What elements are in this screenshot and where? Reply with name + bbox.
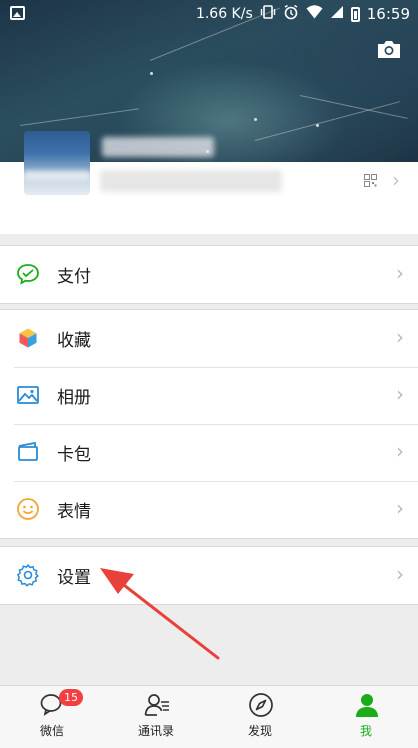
- tab-chats-label: 微信: [39, 724, 64, 738]
- menu-item-pay[interactable]: 支付 ›: [0, 246, 418, 303]
- wechat-pay-icon: [16, 262, 40, 286]
- chevron-right-icon: ›: [396, 261, 404, 285]
- menu-item-cards[interactable]: 卡包 ›: [0, 424, 418, 481]
- qr-code-icon[interactable]: [364, 172, 377, 187]
- chevron-right-icon: ›: [396, 496, 404, 520]
- wifi-icon: [306, 5, 323, 23]
- tab-contacts-label: 通讯录: [137, 724, 174, 738]
- menu-item-stickers[interactable]: 表情 ›: [0, 481, 418, 538]
- tab-me[interactable]: 我: [314, 686, 418, 748]
- profile-id-blurred: [100, 170, 282, 192]
- menu-item-pay-label: 支付: [57, 267, 91, 287]
- network-speed: 1.66 K/s: [195, 6, 253, 22]
- tab-discover-label: 发现: [247, 724, 272, 738]
- menu-item-settings[interactable]: 设置 ›: [0, 547, 418, 604]
- gallery-notification-icon: [10, 6, 25, 20]
- tab-chats[interactable]: 15 微信: [0, 686, 104, 748]
- chevron-right-icon: ›: [396, 562, 404, 586]
- tab-discover[interactable]: 发现: [208, 686, 312, 748]
- signal-icon: [330, 5, 344, 23]
- menu-item-settings-label: 设置: [57, 568, 91, 588]
- contacts-icon: [144, 692, 170, 718]
- menu-item-stickers-label: 表情: [57, 502, 91, 522]
- profile-name-blurred: [102, 137, 214, 157]
- status-time: 16:59: [366, 5, 410, 23]
- me-person-icon: [354, 692, 380, 718]
- chevron-right-icon: ›: [396, 382, 404, 406]
- menu-item-cards-label: 卡包: [57, 445, 91, 465]
- profile-chevron-right-icon: ›: [392, 168, 400, 192]
- smiley-icon: [16, 497, 40, 521]
- compass-icon: [248, 692, 274, 718]
- settings-group: 设置 ›: [0, 546, 418, 605]
- menu-item-album[interactable]: 相册 ›: [0, 367, 418, 424]
- battery-icon: [350, 6, 360, 22]
- gear-icon: [16, 563, 40, 587]
- status-bar: 1.66 K/s 16:59: [0, 0, 418, 28]
- alarm-icon: [283, 4, 299, 24]
- photo-icon: [16, 383, 40, 407]
- chevron-right-icon: ›: [396, 439, 404, 463]
- bottom-tab-bar: 15 微信 通讯录 发现 我: [0, 685, 418, 748]
- camera-icon[interactable]: [376, 38, 402, 60]
- menu-item-favorites-label: 收藏: [57, 331, 91, 351]
- unread-badge: 15: [59, 689, 83, 706]
- collection-group: 收藏 › 相册 › 卡包 › 表情 ›: [0, 309, 418, 539]
- cube-icon: [16, 326, 40, 350]
- chevron-right-icon: ›: [396, 325, 404, 349]
- avatar[interactable]: [24, 131, 90, 195]
- pay-group: 支付 ›: [0, 245, 418, 304]
- tab-me-label: 我: [359, 724, 372, 738]
- menu-item-favorites[interactable]: 收藏 ›: [0, 310, 418, 367]
- menu-item-album-label: 相册: [57, 388, 91, 408]
- tab-contacts[interactable]: 通讯录: [104, 686, 208, 748]
- card-wallet-icon: [16, 440, 40, 464]
- vibrate-icon: [260, 4, 276, 24]
